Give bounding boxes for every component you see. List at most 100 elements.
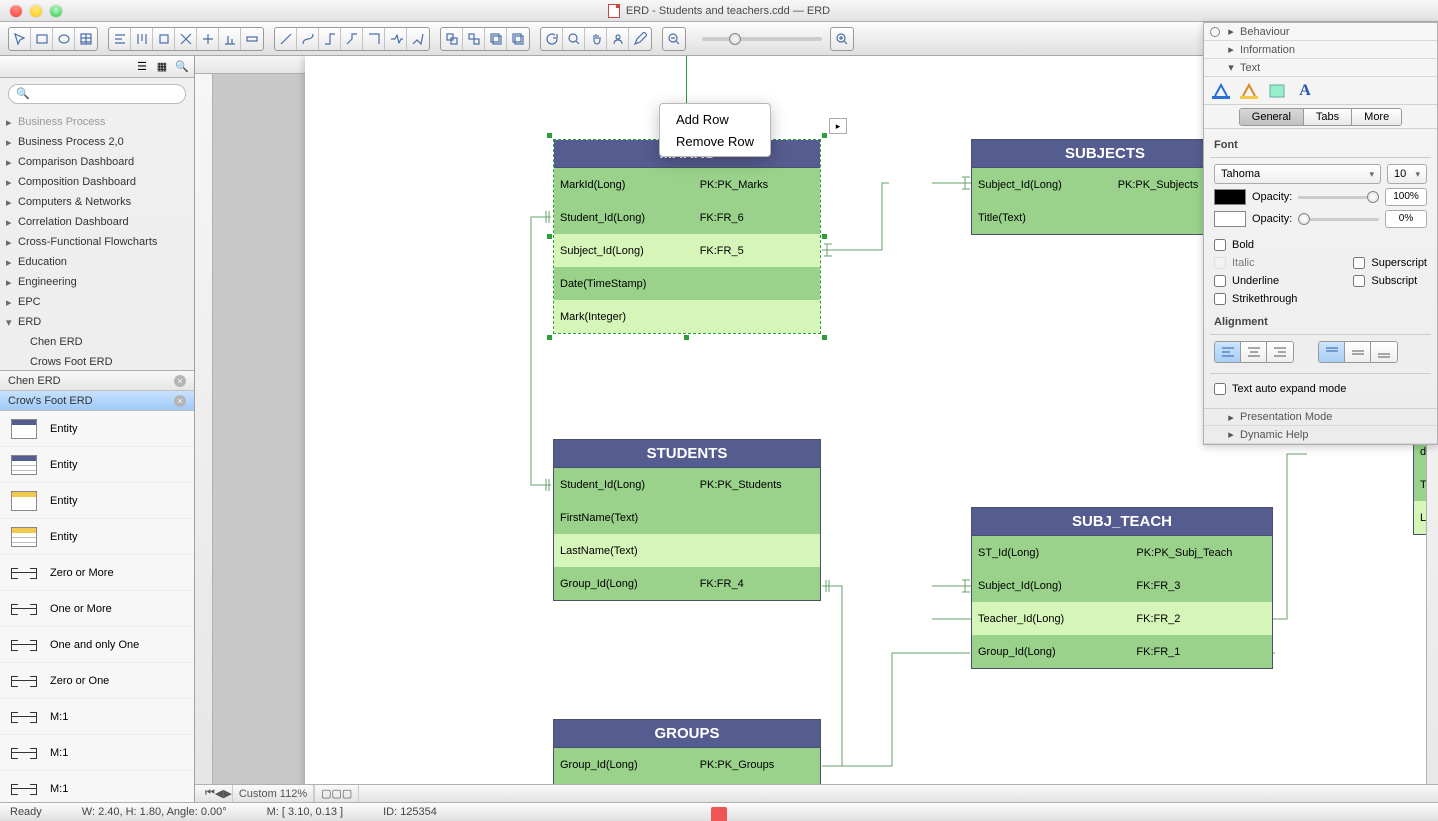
text-opacity-slider[interactable] [1298,196,1379,199]
search-tool[interactable] [563,28,585,50]
library-tab-chen[interactable]: Chen ERD× [0,371,194,391]
subscript-check[interactable]: Subscript [1353,272,1427,290]
edit-tool[interactable] [629,28,651,50]
align-tool-7[interactable] [241,28,263,50]
bg-color-swatch[interactable] [1214,211,1246,227]
underline-check[interactable]: Underline [1214,272,1297,290]
tree-item[interactable]: ▸EPC [0,292,194,312]
tree-item[interactable]: ▸Computers & Networks [0,192,194,212]
valign-bot[interactable] [1371,342,1397,362]
notification-badge[interactable] [711,807,727,821]
group-tool[interactable] [441,28,463,50]
library-tab-crowsfoot[interactable]: Crow's Foot ERD× [0,391,194,411]
tree-item-crowsfoot[interactable]: Crows Foot ERD [0,352,194,370]
align-tool-4[interactable] [175,28,197,50]
tree-item[interactable]: ▸Correlation Dashboard [0,212,194,232]
minimize-window-button[interactable] [30,5,42,17]
smart-tag-icon[interactable]: ▸ [829,118,847,134]
text-color-swatch[interactable] [1214,189,1246,205]
tree-item[interactable]: ▸Engineering [0,272,194,292]
rect-tool[interactable] [31,28,53,50]
inspector-dynamic-help[interactable]: ▸Dynamic Help [1204,426,1437,444]
tree-item[interactable]: ▸Business Process [0,112,194,132]
bg-opacity-value[interactable]: 0% [1385,210,1427,228]
back-tool[interactable] [507,28,529,50]
front-tool[interactable] [485,28,507,50]
tree-item[interactable]: ▸Education [0,252,194,272]
ellipse-tool[interactable] [53,28,75,50]
align-right[interactable] [1267,342,1293,362]
h-align-segment[interactable] [1214,341,1294,363]
ctx-remove-row[interactable]: Remove Row [660,130,770,152]
align-tool-1[interactable] [109,28,131,50]
line-tool-3[interactable] [319,28,341,50]
shape-item[interactable]: M:1 [0,771,194,802]
entity-marks[interactable]: MARKS MarkId(Long)PK:PK_Marks Student_Id… [553,139,821,334]
shape-item[interactable]: Entity [0,411,194,447]
page-thumbs[interactable]: ▢▢▢ [314,785,359,802]
close-icon[interactable]: × [174,375,186,387]
inspector-section-behaviour[interactable]: ▸Behaviour [1204,23,1437,41]
zoom-indicator[interactable]: Custom 112% [232,785,314,802]
ctx-add-row[interactable]: Add Row [660,108,770,130]
tree-item[interactable]: ▸Business Process 2,0 [0,132,194,152]
align-tool-5[interactable] [197,28,219,50]
font-family-select[interactable]: Tahoma▾ [1214,164,1381,184]
tree-item-chen[interactable]: Chen ERD [0,332,194,352]
shape-item[interactable]: Entity [0,483,194,519]
zoom-slider[interactable] [702,37,822,41]
align-tool-3[interactable] [153,28,175,50]
inspector-section-information[interactable]: ▸Information [1204,41,1437,59]
zoom-window-button[interactable] [50,5,62,17]
line-tool-1[interactable] [275,28,297,50]
entity-subj-teach[interactable]: SUBJ_TEACH ST_Id(Long)PK:PK_Subj_Teach S… [971,507,1273,669]
italic-check[interactable]: Italic [1214,254,1297,272]
font-size-select[interactable]: 10▾ [1387,164,1427,184]
library-search-input[interactable] [8,84,186,104]
shape-item[interactable]: M:1 [0,699,194,735]
text-color-icon[interactable] [1210,81,1232,101]
user-tool[interactable] [607,28,629,50]
inspector-tab-general[interactable]: General [1240,109,1304,125]
zoom-in-tool[interactable] [831,28,853,50]
lib-tree-icon[interactable]: ☰ [134,59,150,75]
strike-check[interactable]: Strikethrough [1214,290,1297,308]
shape-item[interactable]: Zero or More [0,555,194,591]
bg-opacity-slider[interactable] [1298,218,1379,221]
align-tool-6[interactable] [219,28,241,50]
line-tool-4[interactable] [341,28,363,50]
auto-expand-check[interactable]: Text auto expand mode [1214,380,1427,398]
tree-item[interactable]: ▸Cross-Functional Flowcharts [0,232,194,252]
text-opacity-value[interactable]: 100% [1385,188,1427,206]
tree-item[interactable]: ▸Comparison Dashboard [0,152,194,172]
pointer-tool[interactable] [9,28,31,50]
tree-item[interactable]: ▸Composition Dashboard [0,172,194,192]
lib-grid-icon[interactable]: ▦ [154,59,170,75]
shape-item[interactable]: One or More [0,591,194,627]
line-tool-7[interactable] [407,28,429,50]
entity-subjects[interactable]: SUBJECTS Subject_Id(Long)PK:PK_Subjects … [971,139,1239,235]
shape-item[interactable]: One and only One [0,627,194,663]
line-tool-5[interactable] [363,28,385,50]
pan-tool[interactable] [585,28,607,50]
v-align-segment[interactable] [1318,341,1398,363]
font-icon[interactable]: A [1294,81,1316,101]
valign-mid[interactable] [1345,342,1371,362]
zoom-out-tool[interactable] [663,28,685,50]
valign-top[interactable] [1319,342,1345,362]
line-tool-6[interactable] [385,28,407,50]
inspector-tab-tabs[interactable]: Tabs [1304,109,1352,125]
close-window-button[interactable] [10,5,22,17]
inspector-tab-more[interactable]: More [1352,109,1401,125]
ungroup-tool[interactable] [463,28,485,50]
entity-students[interactable]: STUDENTS Student_Id(Long)PK:PK_Students … [553,439,821,601]
page-nav-next[interactable]: ▶ [223,787,231,800]
superscript-check[interactable]: Superscript [1353,254,1427,272]
close-icon[interactable]: × [174,395,186,407]
lib-search-icon[interactable]: 🔍 [174,59,190,75]
inspector-presentation-mode[interactable]: ▸Presentation Mode [1204,408,1437,426]
page-nav-first[interactable]: ⏮ [205,787,215,800]
shape-item[interactable]: Zero or One [0,663,194,699]
align-tool-2[interactable] [131,28,153,50]
tree-item-erd[interactable]: ▾ERD [0,312,194,332]
